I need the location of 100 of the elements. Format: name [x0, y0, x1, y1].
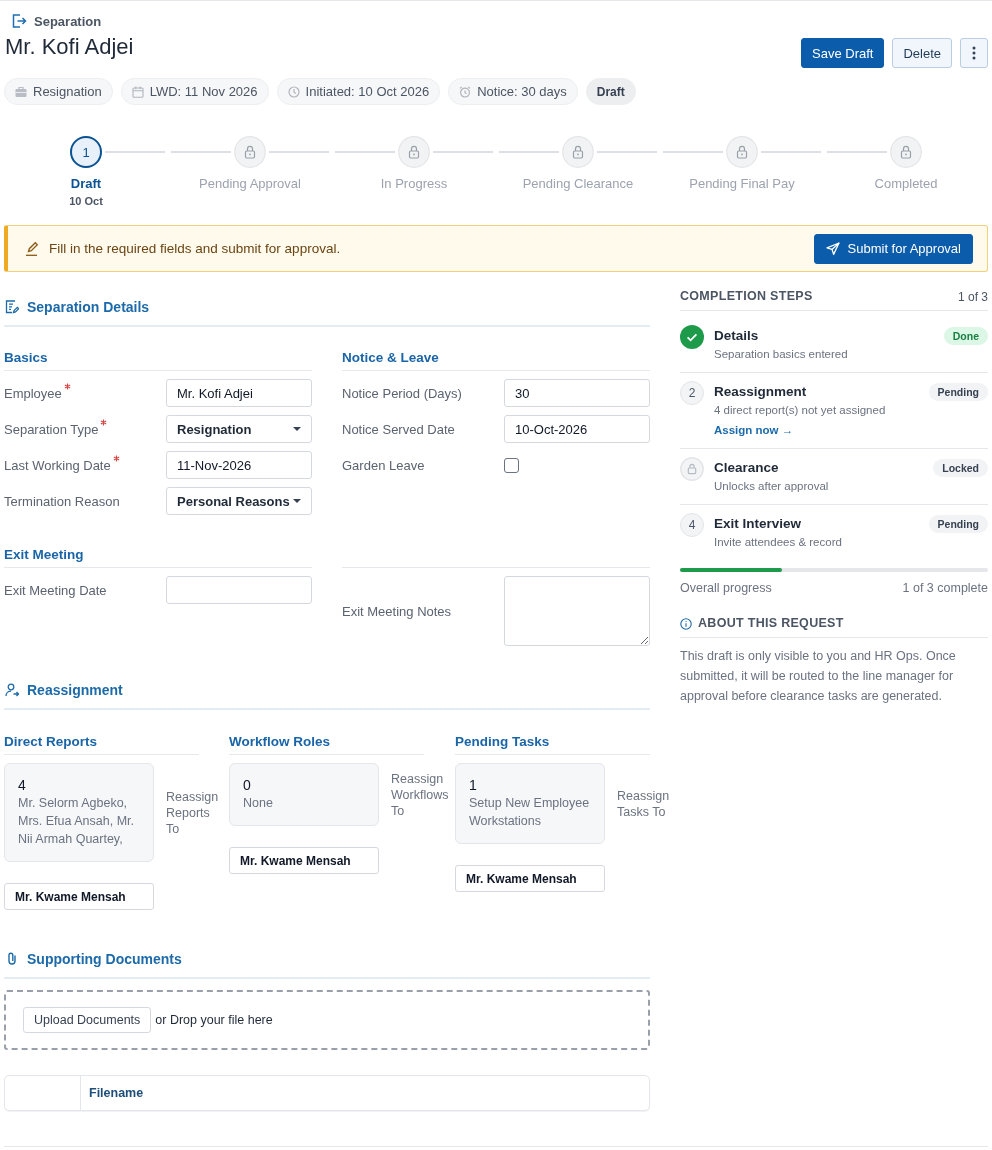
step-label: Pending Clearance	[522, 176, 634, 192]
step-title: Details	[714, 327, 759, 345]
user-icon	[5, 683, 19, 697]
step-label: Pending Approval	[199, 176, 301, 192]
text-field[interactable]: 30	[504, 379, 650, 407]
reassign-label: Reassign Workflows To	[391, 770, 450, 819]
step-number: 2	[680, 381, 704, 405]
group-title: Notice & Leave	[342, 350, 650, 371]
checkbox[interactable]	[504, 457, 519, 473]
text-field[interactable]	[166, 576, 312, 604]
drop-zone[interactable]: Upload Documents or Drop your file here	[4, 990, 650, 1050]
more-button[interactable]	[960, 38, 988, 68]
breadcrumb-label: Separation	[34, 13, 102, 29]
assignee-field[interactable]: Mr. Kwame Mensah	[4, 883, 154, 910]
chip-text: Initiated: 10 Oct 2026	[305, 84, 430, 99]
section-title: Reassignment	[27, 681, 123, 699]
panel-title: COMPLETION STEPS	[680, 289, 813, 304]
field-label: Employee	[4, 385, 62, 401]
calendar-icon	[131, 85, 144, 98]
page-title: Mr. Kofi Adjei	[4, 33, 134, 61]
step-label: Pending Final Pay	[689, 176, 795, 192]
edit-document-icon	[5, 300, 19, 314]
assign-link[interactable]: Assign now →	[714, 422, 794, 438]
panel-title: ABOUT THIS REQUEST	[698, 616, 844, 631]
chip-text: Resignation	[33, 84, 102, 99]
chip-text: Notice: 30 days	[477, 84, 567, 99]
summary-text: None	[243, 795, 274, 812]
column-header: Filename	[88, 1085, 144, 1102]
summary-text: Mr. Selorm Agbeko, Mrs. Efua Ansah, Mr. Nii Armah Quartey,	[18, 795, 135, 848]
upload-button[interactable]: Upload Documents	[23, 1007, 152, 1033]
drop-hint: or Drop your file here	[155, 1013, 273, 1027]
select-field[interactable]: Resignation	[166, 415, 312, 443]
group-title: Pending Tasks	[455, 734, 650, 755]
text-field[interactable]: 11-Nov-2026	[166, 451, 312, 479]
group-title: Direct Reports	[4, 734, 199, 755]
summary-count: 4	[18, 776, 27, 794]
step-number: 1	[70, 136, 102, 168]
briefcase-icon	[15, 85, 27, 98]
reassign-label: Reassign Tasks To	[617, 787, 671, 820]
assignee-field[interactable]: Mr. Kwame Mensah	[229, 847, 379, 874]
reassign-label: Reassign Reports To	[166, 788, 220, 837]
text-field[interactable]: 10-Oct-2026	[504, 415, 650, 443]
step-label: In Progress	[380, 176, 448, 192]
status-badge: Done	[943, 327, 988, 345]
field-label: Last Working Date	[4, 457, 111, 473]
step-title: Exit Interview	[714, 515, 802, 533]
field-label: Notice Served Date	[342, 421, 455, 437]
select-field[interactable]: Personal Reasons	[166, 487, 312, 515]
banner-text: Fill in the required fields and submit for approval.	[49, 241, 341, 256]
panel-count: 1 of 3	[957, 289, 988, 304]
summary-text: Setup New Employee Workstations	[469, 795, 591, 830]
section-title: Supporting Documents	[27, 950, 182, 968]
status-badge: Pending	[928, 383, 988, 401]
progress-label: Overall progress	[680, 580, 772, 596]
chip-text: LWD: 11 Nov 2026	[149, 84, 258, 99]
paperclip-icon	[5, 952, 19, 966]
clock-icon	[287, 85, 300, 98]
info-icon	[680, 617, 692, 630]
about-text: This draft is only visible to you and HR Ops. Once submitted, it will be routed to the line manager for approval before clearance tasks are generated.	[680, 648, 957, 705]
vertical-dots-icon	[972, 46, 976, 60]
summary-count: 0	[243, 776, 252, 794]
exit-icon	[11, 13, 27, 29]
check-circle-icon	[680, 325, 704, 349]
step-subtitle: Unlocks after approval	[714, 479, 829, 494]
progress-reading: 1 of 3 complete	[902, 580, 988, 596]
primary-button[interactable]: Save Draft	[801, 38, 885, 68]
step-subtitle: Separation basics entered	[714, 347, 848, 362]
group-title: Workflow Roles	[229, 734, 424, 755]
submit-button[interactable]: Submit for Approval	[813, 233, 973, 264]
status-badge: Pending	[928, 515, 988, 533]
section-title: Separation Details	[27, 298, 150, 316]
step-subtitle: 4 direct report(s) not yet assigned	[714, 403, 886, 418]
status-badge: Locked	[933, 459, 988, 477]
status-badge: Draft	[585, 78, 636, 105]
pencil-icon	[24, 240, 40, 257]
summary-count: 1	[469, 776, 478, 794]
field-label: Notice Period (Days)	[342, 385, 462, 401]
group-title: Basics	[4, 350, 312, 371]
field-label: Termination Reason	[4, 493, 120, 509]
caret-icon	[293, 427, 301, 431]
step-subtitle: Invite attendees & record	[714, 535, 842, 550]
field-label: Separation Type	[4, 421, 99, 437]
field-label: Exit Meeting Date	[4, 582, 107, 598]
field-label: Exit Meeting Notes	[342, 603, 452, 619]
step-date: 10 Oct	[69, 194, 103, 208]
step-title: Clearance	[714, 459, 779, 477]
notes-textarea[interactable]	[504, 576, 650, 646]
step-number: 4	[680, 513, 704, 537]
group-title: Exit Meeting	[4, 547, 312, 568]
step-label: Completed	[874, 176, 938, 192]
step-title: Reassignment	[714, 383, 807, 401]
send-icon	[825, 241, 840, 256]
caret-icon	[293, 499, 301, 503]
field-label: Garden Leave	[342, 457, 425, 473]
text-field[interactable]: Mr. Kofi Adjei	[166, 379, 312, 407]
assignee-field[interactable]: Mr. Kwame Mensah	[455, 865, 605, 892]
step-label: Draft	[70, 176, 102, 192]
secondary-button[interactable]: Delete	[892, 38, 952, 68]
lock-icon	[680, 457, 704, 481]
alarm-clock-icon	[459, 85, 472, 98]
